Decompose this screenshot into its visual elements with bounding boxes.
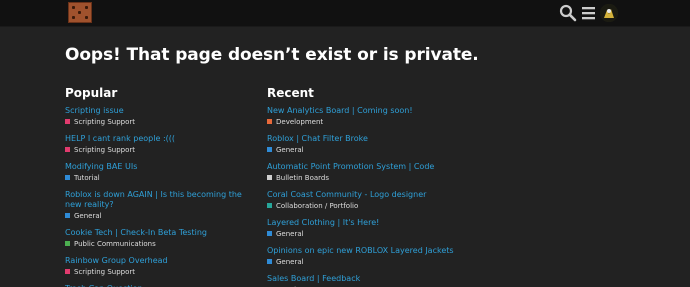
category-color-square — [267, 175, 272, 180]
category-color-square — [267, 203, 272, 208]
category-badge[interactable]: Tutorial — [65, 173, 255, 182]
topic-item: Coral Coast Community - Logo designer Col… — [267, 190, 457, 210]
category-color-square — [65, 213, 70, 218]
category-badge[interactable]: Scripting Support — [65, 267, 255, 276]
recent-topic-list: New Analytics Board | Coming soon! Develo… — [267, 106, 457, 287]
topic-item: Roblox is down AGAIN | Is this becoming … — [65, 190, 255, 220]
search-icon[interactable] — [559, 4, 577, 22]
topic-link[interactable]: Roblox | Chat Filter Broke — [267, 134, 457, 144]
category-color-square — [65, 241, 70, 246]
topic-item: Opinions on epic new ROBLOX Layered Jack… — [267, 246, 457, 266]
site-logo-icon[interactable] — [68, 2, 92, 23]
topic-item: Modifying BAE UIs Tutorial — [65, 162, 255, 182]
category-color-square — [267, 119, 272, 124]
hamburger-menu-icon[interactable] — [580, 4, 598, 22]
topic-link[interactable]: Roblox is down AGAIN | Is this becoming … — [65, 190, 255, 210]
category-name: Development — [276, 117, 324, 126]
category-badge[interactable]: General — [267, 229, 457, 238]
category-name: Collaboration / Portfolio — [276, 201, 359, 210]
category-badge[interactable]: Development — [267, 117, 457, 126]
topic-link[interactable]: HELP I cant rank people :((( — [65, 134, 255, 144]
topic-item: Automatic Point Promotion System | Code B… — [267, 162, 457, 182]
category-name: General — [276, 257, 304, 266]
category-color-square — [267, 231, 272, 236]
popular-column: Popular Scripting issue Scripting Support… — [65, 86, 255, 287]
category-color-square — [267, 147, 272, 152]
topic-link[interactable]: Coral Coast Community - Logo designer — [267, 190, 457, 200]
category-badge[interactable]: General — [267, 257, 457, 266]
topic-link[interactable]: Sales Board | Feedback — [267, 274, 457, 284]
topic-item: Rainbow Group Overhead Scripting Support — [65, 256, 255, 276]
topic-item: New Analytics Board | Coming soon! Develo… — [267, 106, 457, 126]
topic-link[interactable]: Rainbow Group Overhead — [65, 256, 255, 266]
recent-column: Recent New Analytics Board | Coming soon… — [267, 86, 457, 287]
category-color-square — [65, 175, 70, 180]
category-name: Scripting Support — [74, 117, 136, 126]
category-name: Tutorial — [74, 173, 100, 182]
category-name: General — [276, 229, 304, 238]
category-name: General — [74, 211, 102, 220]
popular-title: Popular — [65, 86, 118, 100]
category-color-square — [65, 147, 70, 152]
topic-link[interactable]: New Analytics Board | Coming soon! — [267, 106, 457, 116]
category-badge[interactable]: Public Communications — [65, 239, 255, 248]
category-badge[interactable]: General — [267, 145, 457, 154]
topic-link[interactable]: Layered Clothing | It's Here! — [267, 218, 457, 228]
topic-item: HELP I cant rank people :(((Scripting Su… — [65, 134, 255, 154]
category-badge[interactable]: Bulletin Boards — [267, 173, 457, 182]
category-name: Public Communications — [74, 239, 156, 248]
topic-item: Layered Clothing | It's Here! General — [267, 218, 457, 238]
topic-item: Roblox | Chat Filter Broke General — [267, 134, 457, 154]
page-title: Oops! That page doesn’t exist or is priv… — [65, 45, 479, 65]
popular-topic-list: Scripting issue Scripting Support HELP I c… — [65, 106, 255, 287]
topic-item: Sales Board | FeedbackDevelopment — [267, 274, 457, 287]
category-color-square — [267, 259, 272, 264]
category-badge[interactable]: General — [65, 211, 255, 220]
topic-link[interactable]: Modifying BAE UIs — [65, 162, 255, 172]
topic-item: Cookie Tech | Check-In Beta Testing Publi… — [65, 228, 255, 248]
category-name: Scripting Support — [74, 267, 136, 276]
topic-link[interactable]: Opinions on epic new ROBLOX Layered Jack… — [267, 246, 457, 256]
category-name: Scripting Support — [74, 145, 136, 154]
topic-link[interactable]: Scripting issue — [65, 106, 255, 116]
category-color-square — [65, 269, 70, 274]
recent-title: Recent — [267, 86, 314, 100]
category-name: General — [276, 145, 304, 154]
category-color-square — [65, 119, 70, 124]
site-header — [0, 0, 690, 27]
category-badge[interactable]: Collaboration / Portfolio — [267, 201, 457, 210]
topic-link[interactable]: Automatic Point Promotion System | Code — [267, 162, 457, 172]
category-badge[interactable]: Scripting Support — [65, 145, 255, 154]
topic-item: Scripting issue Scripting Support — [65, 106, 255, 126]
category-badge[interactable]: Scripting Support — [65, 117, 255, 126]
category-name: Bulletin Boards — [276, 173, 330, 182]
topic-link[interactable]: Cookie Tech | Check-In Beta Testing — [65, 228, 255, 238]
user-avatar[interactable] — [600, 4, 618, 22]
